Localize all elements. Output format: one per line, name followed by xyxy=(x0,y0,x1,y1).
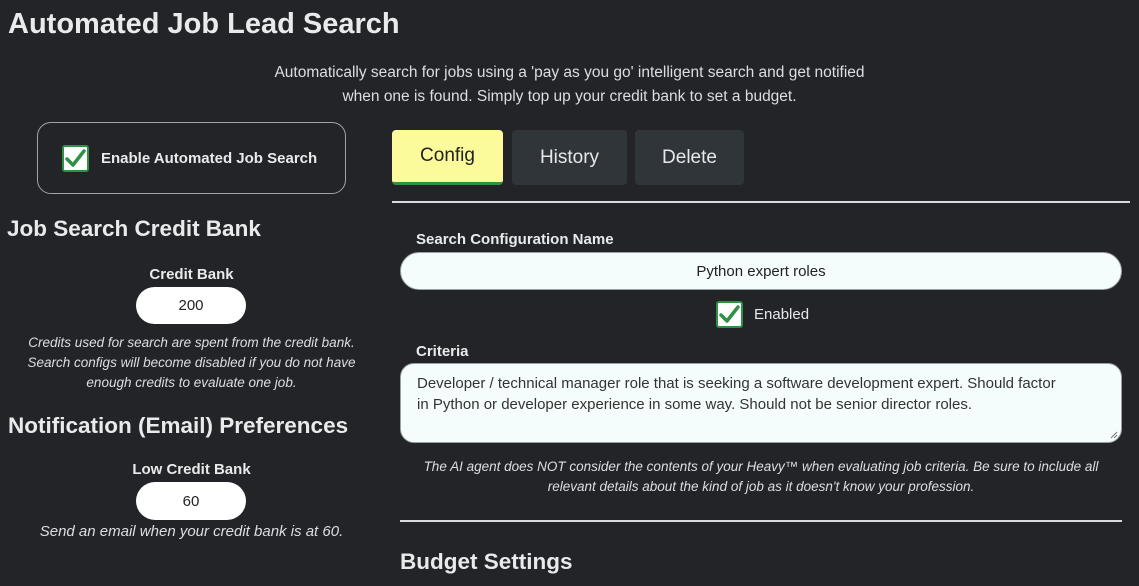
config-enabled-toggle[interactable]: Enabled xyxy=(716,301,809,328)
config-enabled-checkbox[interactable] xyxy=(716,301,743,328)
credit-note-line-1: Credits used for search are spent from t… xyxy=(28,335,355,350)
credit-note-line-2: Search configs will become disabled if y… xyxy=(27,355,356,370)
config-enabled-label: Enabled xyxy=(754,306,810,323)
credit-note-line-3: enough credits to evaluate one job. xyxy=(86,375,297,390)
config-name-input[interactable]: Python expert roles xyxy=(400,252,1122,290)
low-credit-note: Send an email when your credit bank is a… xyxy=(39,523,344,540)
checkmark-icon xyxy=(719,305,740,323)
low-credit-label: Low Credit Bank xyxy=(132,461,251,478)
enable-job-search-toggle[interactable]: Enable Automated Job Search xyxy=(37,122,346,194)
page-subtitle: Automatically search for jobs using a 'p… xyxy=(0,61,1139,109)
subtitle-line-2: when one is found. Simply top up your cr… xyxy=(342,88,797,105)
budget-heading: Budget Settings xyxy=(400,549,573,574)
criteria-note-line-1: The AI agent does NOT consider the conte… xyxy=(423,459,1099,474)
tab-history[interactable]: History xyxy=(512,130,627,185)
criteria-note: The AI agent does NOT consider the conte… xyxy=(400,457,1122,497)
criteria-line-1: Developer / technical manager role that … xyxy=(417,375,1056,392)
credit-bank-input[interactable]: 200 xyxy=(136,287,246,324)
credit-bank-label: Credit Bank xyxy=(149,266,234,283)
criteria-line-2: in Python or developer experience in som… xyxy=(417,396,973,413)
tab-delete[interactable]: Delete xyxy=(635,130,744,185)
resize-handle-icon[interactable] xyxy=(1110,431,1118,439)
criteria-textarea[interactable]: Developer / technical manager role that … xyxy=(400,363,1122,443)
tabs-divider xyxy=(392,201,1130,203)
tab-config[interactable]: Config xyxy=(392,130,503,185)
subtitle-line-1: Automatically search for jobs using a 'p… xyxy=(274,64,865,81)
enable-job-search-checkbox[interactable] xyxy=(62,144,89,172)
low-credit-input[interactable]: 60 xyxy=(136,482,246,520)
page-title: Automated Job Lead Search xyxy=(8,8,400,40)
budget-divider xyxy=(400,520,1122,522)
credit-bank-note: Credits used for search are spent from t… xyxy=(0,333,383,393)
credit-bank-heading: Job Search Credit Bank xyxy=(7,216,261,241)
enable-job-search-label: Enable Automated Job Search xyxy=(101,149,318,167)
checkmark-icon xyxy=(65,148,86,167)
criteria-label: Criteria xyxy=(416,343,469,360)
config-name-label: Search Configuration Name xyxy=(416,231,614,248)
notification-heading: Notification (Email) Preferences xyxy=(8,413,349,438)
criteria-note-line-2: relevant details about the kind of job a… xyxy=(547,479,975,494)
